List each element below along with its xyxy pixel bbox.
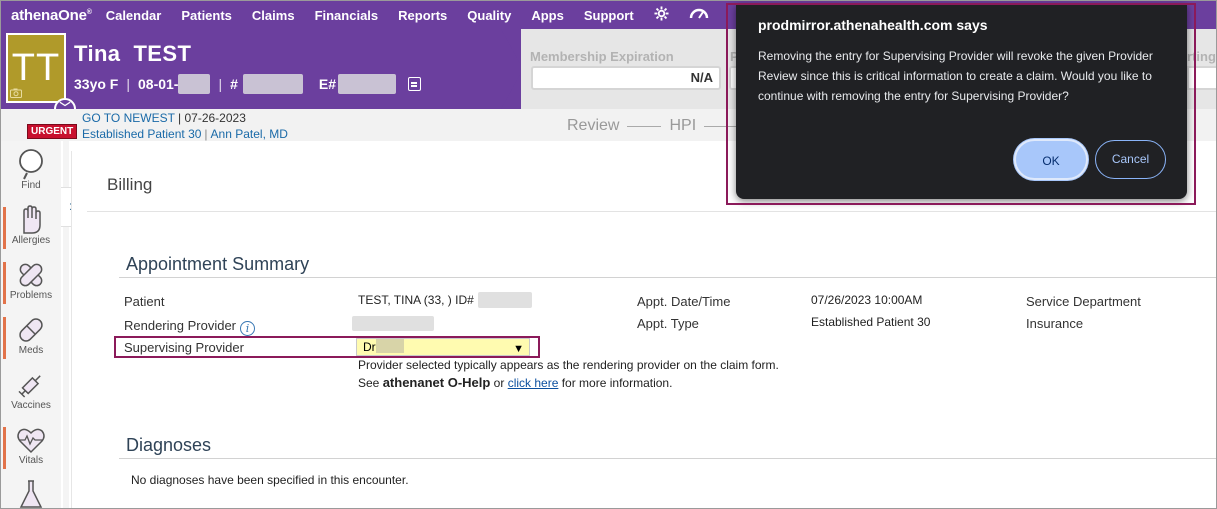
rail-item-vitals[interactable]: Vitals (1, 425, 61, 466)
goto-newest-link[interactable]: GO TO NEWEST (82, 111, 175, 125)
patient-dob: 08-01- (138, 76, 179, 92)
nav-claims[interactable]: Claims (252, 8, 295, 23)
encounter-date: 07-26-2023 (184, 111, 246, 125)
encounter-type[interactable]: Established Patient 30 (82, 127, 201, 141)
banner-arrow (501, 29, 523, 109)
rendering-provider-label: Rendering Provider i (124, 318, 256, 336)
click-here-link[interactable]: click here (508, 376, 559, 390)
encounter-provider[interactable]: Ann Patel, MD (211, 127, 288, 141)
nav-apps[interactable]: Apps (531, 8, 564, 23)
rail-item-allergies[interactable]: Allergies (1, 205, 61, 246)
redacted-patient-id-value (478, 292, 532, 308)
redacted-dob (178, 74, 211, 94)
rail-item-find[interactable]: Find (1, 148, 61, 191)
hand-icon (23, 205, 41, 234)
appt-datetime-label: Appt. Date/Time (637, 294, 731, 309)
tab-hpi[interactable]: HPI (669, 117, 696, 135)
page-title: Billing (107, 175, 153, 194)
patient-info-line: 33yo F | 08-01- | # E# (74, 74, 422, 94)
title-divider (87, 211, 1216, 212)
redacted-provider-name (375, 339, 404, 353)
nav-reports[interactable]: Reports (398, 8, 447, 23)
section-divider (119, 277, 1216, 278)
patient-id-prefix: # (230, 76, 238, 92)
diagnoses-empty-text: No diagnoses have been specified in this… (131, 473, 409, 487)
speedometer-icon[interactable] (689, 6, 709, 24)
appt-type-value: Established Patient 30 (811, 315, 931, 329)
gear-icon[interactable] (654, 5, 669, 25)
appt-datetime-value: 07/26/2023 10:00AM (811, 293, 923, 307)
chevron-down-icon: ▼ (513, 343, 524, 355)
nav-support[interactable]: Support (584, 8, 634, 23)
redacted-enterprise-id (338, 74, 397, 94)
notes-icon[interactable] (408, 77, 422, 91)
rail-item-meds[interactable]: Meds (1, 315, 61, 356)
app-window: athenaOne® Calendar Patients Claims Fina… (0, 0, 1217, 509)
diagnoses-divider (119, 458, 1216, 459)
diagnoses-heading: Diagnoses (126, 435, 212, 455)
goto-newest-line: GO TO NEWEST | 07-26-2023 (82, 111, 246, 125)
membership-expiration-label: Membership Expiration (530, 49, 674, 64)
urgent-badge: URGENT (27, 124, 78, 139)
provider-help-links: See athenanet O-Help or click here for m… (358, 375, 673, 390)
bandage-icon (19, 263, 43, 287)
patient-value: TEST, TINA (33, ) ID# (358, 293, 474, 307)
patient-age-sex: 33yo F (74, 76, 119, 92)
nav-calendar[interactable]: Calendar (106, 8, 162, 23)
brand-logo[interactable]: athenaOne® (11, 7, 92, 24)
appt-type-label: Appt. Type (637, 316, 699, 331)
rail-item-vaccines[interactable]: Vaccines (1, 370, 61, 411)
insurance-label: Insurance (1026, 316, 1084, 331)
dialog-highlight (726, 3, 1196, 205)
camera-icon[interactable] (10, 87, 22, 101)
patient-label: Patient (124, 294, 165, 309)
heart-pulse-icon (17, 428, 45, 454)
membership-expiration-value: N/A (531, 66, 721, 90)
service-department-label: Service Department (1026, 294, 1141, 309)
appointment-summary-heading: Appointment Summary (126, 254, 310, 274)
nav-patients[interactable]: Patients (181, 8, 232, 23)
tab-review[interactable]: Review (567, 117, 619, 135)
nav-quality[interactable]: Quality (467, 8, 511, 23)
rail-item-problems[interactable]: Problems (1, 260, 61, 301)
pill-icon (19, 318, 43, 342)
info-icon[interactable]: i (240, 321, 256, 336)
search-icon (19, 149, 43, 180)
redacted-patient-id (242, 74, 303, 94)
provider-help-text: Provider selected typically appears as t… (358, 358, 779, 372)
nav-financials[interactable]: Financials (315, 8, 379, 23)
patient-name: Tina TEST (74, 41, 192, 66)
redacted-rendering-provider (352, 316, 434, 331)
stage-tabs: Review HPI (567, 117, 746, 135)
enterprise-id-prefix: E# (318, 76, 337, 92)
rail-item-lab[interactable] (1, 479, 61, 508)
supervising-provider-select[interactable]: Dr ▼ (356, 338, 530, 356)
encounter-details: Established Patient 30 | Ann Patel, MD (82, 127, 288, 141)
supervising-provider-label: Supervising Provider (124, 340, 244, 355)
ohelp-text: athenanet O-Help (382, 375, 491, 390)
flask-icon (19, 480, 43, 508)
syringe-icon (18, 375, 41, 398)
